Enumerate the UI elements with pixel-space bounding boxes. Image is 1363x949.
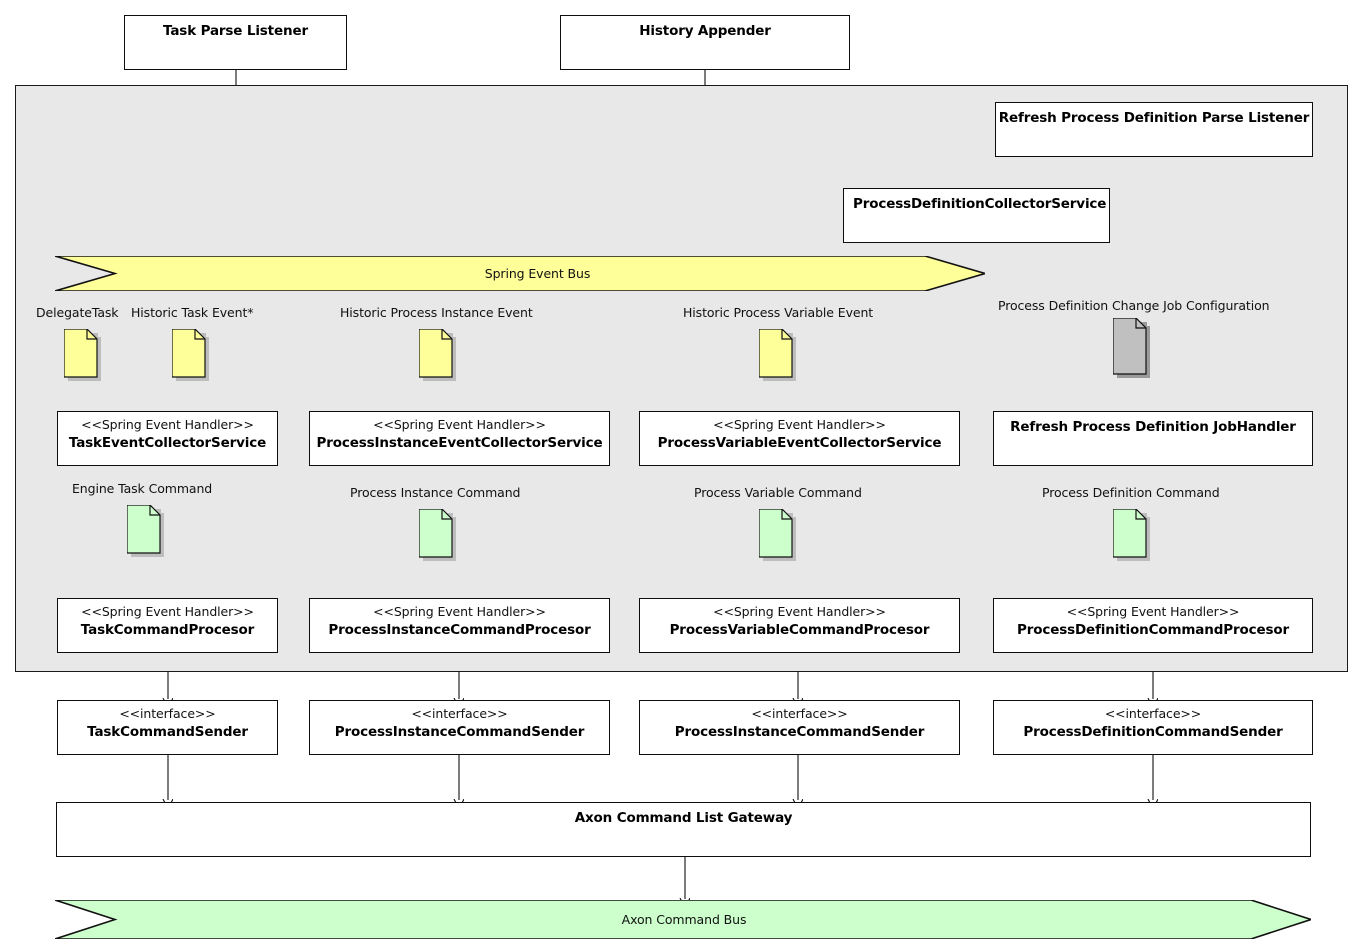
- note-historic-task-event[interactable]: [172, 329, 212, 385]
- note-label-process-variable-command: Process Variable Command: [694, 485, 862, 500]
- note-label-engine-task-command: Engine Task Command: [72, 481, 213, 496]
- node-task-command-sender[interactable]: <<interface>> TaskCommandSender: [57, 700, 278, 755]
- note-label-delegate-task: DelegateTask: [36, 305, 119, 320]
- note-label-process-definition-change-job-configuration: Process Definition Change Job Configurat…: [998, 298, 1270, 313]
- node-title: ProcessDefinitionCommandSender: [1023, 723, 1283, 740]
- node-process-definition-collector-service[interactable]: ProcessDefinitionCollectorService: [843, 188, 1110, 243]
- node-title: History Appender: [639, 23, 771, 39]
- stereotype-label: <<Spring Event Handler>>: [713, 604, 886, 619]
- node-title: ProcessVariableCommandProcesor: [669, 621, 930, 638]
- node-process-definition-command-procesor[interactable]: <<Spring Event Handler>> ProcessDefiniti…: [993, 598, 1313, 653]
- node-title: TaskCommandSender: [87, 723, 248, 740]
- node-process-instance-event-collector-service[interactable]: <<Spring Event Handler>> ProcessInstance…: [309, 411, 610, 466]
- stereotype-label: <<Spring Event Handler>>: [81, 417, 254, 432]
- note-historic-process-variable-event[interactable]: [759, 329, 799, 385]
- bus-axon-command-bus[interactable]: Axon Command Bus: [55, 900, 1311, 939]
- node-title: TaskEventCollectorService: [68, 434, 267, 451]
- node-title: Task Parse Listener: [163, 23, 308, 39]
- bus-label: Spring Event Bus: [484, 266, 591, 281]
- note-label-process-instance-command: Process Instance Command: [350, 485, 521, 500]
- node-title: ProcessInstanceCommandSender: [674, 723, 925, 740]
- node-axon-command-list-gateway[interactable]: Axon Command List Gateway: [56, 802, 1311, 857]
- node-refresh-process-definition-parse-listener[interactable]: Refresh Process Definition Parse Listene…: [995, 102, 1313, 157]
- node-history-appender[interactable]: History Appender: [560, 15, 850, 70]
- node-title: Refresh Process Definition JobHandler: [1010, 419, 1296, 435]
- node-process-instance-command-sender[interactable]: <<interface>> ProcessInstanceCommandSend…: [309, 700, 610, 755]
- node-process-instance-command-sender-2[interactable]: <<interface>> ProcessInstanceCommandSend…: [639, 700, 960, 755]
- node-process-variable-event-collector-service[interactable]: <<Spring Event Handler>> ProcessVariable…: [639, 411, 960, 466]
- note-label-historic-task-event: Historic Task Event*: [131, 305, 254, 320]
- node-title: ProcessDefinitionCollectorService: [853, 196, 1107, 212]
- node-task-command-procesor[interactable]: <<Spring Event Handler>> TaskCommandProc…: [57, 598, 278, 653]
- note-historic-process-instance-event[interactable]: [419, 329, 459, 385]
- node-process-instance-command-procesor[interactable]: <<Spring Event Handler>> ProcessInstance…: [309, 598, 610, 653]
- stereotype-label: <<interface>>: [411, 706, 508, 721]
- node-refresh-process-definition-jobhandler[interactable]: Refresh Process Definition JobHandler: [993, 411, 1313, 466]
- node-title: ProcessVariableEventCollectorService: [657, 434, 942, 451]
- node-title: TaskCommandProcesor: [80, 621, 255, 638]
- note-delegate-task[interactable]: [64, 329, 104, 385]
- bus-spring-event-bus[interactable]: Spring Event Bus: [55, 256, 985, 291]
- bus-label: Axon Command Bus: [621, 912, 747, 927]
- diagram-canvas: Task Parse Listener History Appender Ref…: [0, 0, 1363, 949]
- node-title: ProcessInstanceCommandSender: [334, 723, 585, 740]
- stereotype-label: <<Spring Event Handler>>: [713, 417, 886, 432]
- node-title: Axon Command List Gateway: [574, 810, 793, 826]
- node-process-variable-command-procesor[interactable]: <<Spring Event Handler>> ProcessVariable…: [639, 598, 960, 653]
- stereotype-label: <<interface>>: [1104, 706, 1202, 721]
- note-process-definition-change-job-configuration[interactable]: [1113, 318, 1153, 382]
- note-label-process-definition-command: Process Definition Command: [1042, 485, 1220, 500]
- node-process-definition-command-sender[interactable]: <<interface>> ProcessDefinitionCommandSe…: [993, 700, 1313, 755]
- note-process-definition-command[interactable]: [1113, 509, 1153, 565]
- node-title: Refresh Process Definition Parse Listene…: [998, 110, 1310, 126]
- note-process-instance-command[interactable]: [419, 509, 459, 565]
- stereotype-label: <<Spring Event Handler>>: [373, 417, 546, 432]
- note-label-historic-process-instance-event: Historic Process Instance Event: [340, 305, 533, 320]
- node-task-parse-listener[interactable]: Task Parse Listener: [124, 15, 347, 70]
- node-title: ProcessInstanceCommandProcesor: [328, 621, 591, 638]
- note-engine-task-command[interactable]: [127, 505, 167, 561]
- node-title: ProcessInstanceEventCollectorService: [316, 434, 603, 451]
- stereotype-label: <<interface>>: [119, 706, 216, 721]
- stereotype-label: <<Spring Event Handler>>: [1066, 604, 1240, 619]
- stereotype-label: <<Spring Event Handler>>: [373, 604, 546, 619]
- note-process-variable-command[interactable]: [759, 509, 799, 565]
- node-title: ProcessDefinitionCommandProcesor: [1017, 621, 1289, 638]
- stereotype-label: <<interface>>: [751, 706, 848, 721]
- stereotype-label: <<Spring Event Handler>>: [81, 604, 254, 619]
- note-label-historic-process-variable-event: Historic Process Variable Event: [683, 305, 874, 320]
- node-task-event-collector-service[interactable]: <<Spring Event Handler>> TaskEventCollec…: [57, 411, 278, 466]
